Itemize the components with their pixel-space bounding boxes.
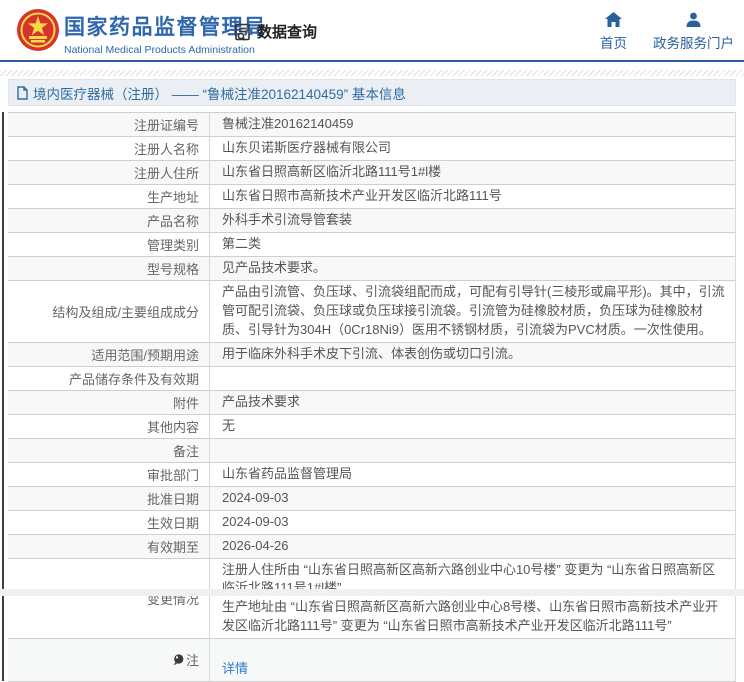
agency-subtitle: National Medical Products Administration [64,44,255,56]
top-nav: 首页 政务服务门户 [600,12,734,52]
field-label-text: 适用范围/预期用途 [91,347,199,363]
table-row: 其他内容 无 [8,413,735,438]
nav-item-home[interactable]: 首页 [600,12,627,52]
field-label-text: 批准日期 [146,491,199,507]
field-value: 第二类 [222,236,262,252]
field-label-text: 注册证编号 [133,118,199,133]
field-label: 产品名称 [8,209,210,232]
table-row: 有效期至 2026-04-26 [8,533,735,558]
table-row: 适用范围/预期用途 用于临床外科手术皮下引流、体表创伤或切口引流。 [8,341,735,366]
field-label: 适用范围/预期用途 [8,342,210,366]
field-label-text: 产品储存条件及有效期 [68,371,199,387]
field-label-text: 审批部门 [146,467,199,483]
field-value: 鲁械注准20162140459 [222,116,354,132]
field-value: 无 [222,417,236,433]
field-label-text: 管理类别 [146,238,199,253]
field-label-text: 附件 [172,395,199,411]
table-row: 批准日期 2024-09-03 [8,485,735,510]
field-label-text: 注 [185,653,199,669]
table-row: 生效日期 2024-09-03 [8,509,735,534]
field-label: 批准日期 [8,486,210,510]
field-value [210,376,735,380]
table-row-note: 注 详情 [8,637,735,681]
table-row: 审批部门 山东省药品监督管理局 [8,461,735,486]
data-query-icon [233,22,253,42]
field-label: 备注 [8,438,210,462]
field-value: 用于临床外科手术皮下引流、体表创伤或切口引流。 [222,345,522,361]
table-row: 附件 产品技术要求 [8,389,735,414]
field-label: 生效日期 [8,510,210,534]
table-row: 注册人名称 山东贝诺斯医疗器械有限公司 [8,136,735,160]
field-label-text: 结构及组成/主要组成成分 [52,304,199,320]
table-row: 管理类别 第二类 [8,232,735,256]
field-label-text: 备注 [172,443,199,459]
field-label-text: 生效日期 [146,515,199,531]
field-label-text: 注册人住所 [133,166,199,181]
registration-info-table: 注册证编号 鲁械注准20162140459 注册人名称 山东贝诺斯医疗器械有限公… [2,112,736,682]
field-value: 外科手术引流导管套装 [222,212,353,228]
field-label: 型号规格 [8,257,210,280]
field-label-text: 其他内容 [146,419,199,435]
details-link[interactable]: 详情 [222,661,248,676]
field-label: 注册证编号 [8,113,210,136]
field-label: 审批部门 [8,462,210,486]
data-query-label: 数据查询 [257,24,318,41]
document-icon [16,85,29,100]
field-value [210,448,735,452]
field-value: 注册人住所由 “山东省日照高新区高新六路创业中心10号楼” 变更为 “山东省日照… [222,561,719,634]
field-label-text: 有效期至 [146,539,199,555]
field-value: 山东省日照高新区临沂北路111号1#l楼 [222,164,442,180]
field-label-text: 生产地址 [146,190,199,205]
field-value: 产品由引流管、负压球、引流袋组配而成，可配有引导针(三棱形或扁平形)。其中，引流… [222,284,725,337]
field-value: 山东省药品监督管理局 [222,465,353,481]
data-query-menu[interactable]: 数据查询 [233,21,317,42]
field-label-text: 注册人名称 [133,142,199,157]
field-label: 有效期至 [8,534,210,558]
field-label: 生产地址 [8,185,210,208]
field-label: 管理类别 [8,233,210,256]
field-label: 结构及组成/主要组成成分 [8,281,210,342]
table-row: 型号规格 见产品技术要求。 [8,256,735,280]
user-icon [686,12,701,27]
field-label-text: 产品名称 [146,214,199,229]
field-label-text: 型号规格 [146,262,199,277]
field-label: 其他内容 [8,414,210,438]
china-emblem-icon [16,8,60,52]
home-icon [605,12,622,27]
table-row: 变更情况 注册人住所由 “山东省日照高新区高新六路创业中心10号楼” 变更为 “… [8,557,735,638]
table-row: 产品名称 外科手术引流导管套装 [8,208,735,232]
table-row: 备注 [8,437,735,462]
hatched-divider [0,70,744,76]
field-value: 2024-09-03 [222,489,289,505]
field-value: 产品技术要求 [222,393,301,409]
field-value: 详情 [210,639,735,681]
table-row: 生产地址 山东省日照市高新技术产业开发区临沂北路111号 [8,184,735,208]
field-label: 变更情况 [8,558,210,638]
table-row: 注册人住所 山东省日照高新区临沂北路111号1#l楼 [8,160,735,184]
note-icon [173,654,184,666]
field-value: 见产品技术要求。 [222,260,327,276]
breadcrumb: 境内医疗器械（注册） —— “鲁械注准20162140459” 基本信息 [8,79,736,106]
nav-item-service-portal[interactable]: 政务服务门户 [653,12,734,52]
field-label: 附件 [8,390,210,414]
nav-item-label: 政务服务门户 [653,36,734,51]
field-value: 山东省日照市高新技术产业开发区临沂北路111号 [222,188,502,204]
site-header: 国家药品监督管理局 National Medical Products Admi… [0,0,744,62]
table-row: 产品储存条件及有效期 [8,365,735,390]
field-label: 产品储存条件及有效期 [8,366,210,390]
field-label: 注册人名称 [8,137,210,160]
nav-item-label: 首页 [600,36,627,51]
field-label: 注册人住所 [8,161,210,184]
table-row: 注册证编号 鲁械注准20162140459 [8,112,735,136]
field-value: 2026-04-26 [222,537,289,553]
page-bottom-strip [0,589,744,596]
breadcrumb-text: 境内医疗器械（注册） —— “鲁械注准20162140459” 基本信息 [33,86,406,102]
table-row: 结构及组成/主要组成成分 产品由引流管、负压球、引流袋组配而成，可配有引导针(三… [8,280,735,342]
field-value: 山东贝诺斯医疗器械有限公司 [222,140,392,156]
field-value: 2024-09-03 [222,513,289,529]
field-label: 注 [8,638,210,681]
